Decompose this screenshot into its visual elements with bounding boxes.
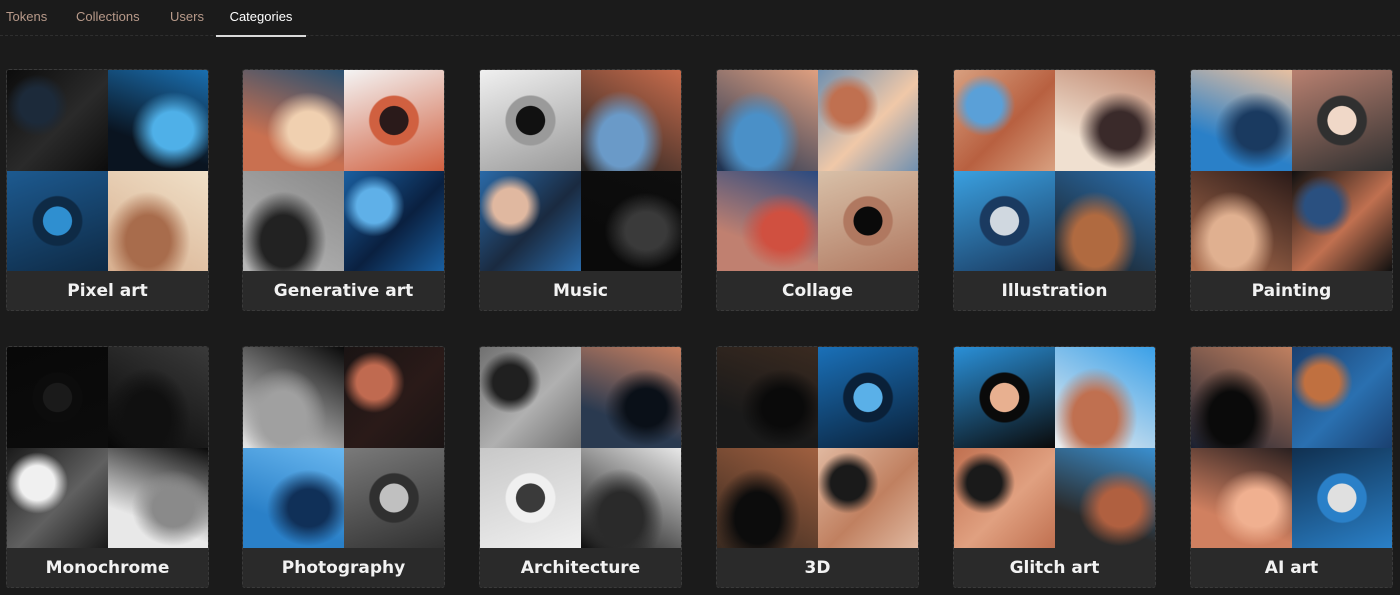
thumbnail [954, 447, 1055, 548]
active-tab-indicator [216, 35, 306, 37]
thumbnail [954, 70, 1055, 171]
category-label: Pixel art [7, 271, 208, 310]
tab-categories[interactable]: Categories [216, 0, 306, 37]
thumbnail [107, 347, 208, 448]
thumbnail-collage [717, 347, 918, 548]
category-card-pixel-art[interactable]: Pixel art [6, 69, 209, 311]
thumbnail [817, 170, 918, 271]
thumbnail [7, 447, 108, 548]
tab-label: Users [170, 9, 204, 24]
thumbnail [717, 347, 818, 448]
thumbnail [480, 347, 581, 448]
thumbnail [817, 70, 918, 171]
category-card-glitch-art[interactable]: Glitch art [953, 346, 1156, 588]
thumbnail [480, 170, 581, 271]
thumbnail [343, 70, 444, 171]
thumbnail [480, 70, 581, 171]
tab-bar: Tokens Collections Users Categories [0, 0, 1400, 37]
category-label: Generative art [243, 271, 444, 310]
category-card-music[interactable]: Music [479, 69, 682, 311]
thumbnail [580, 347, 681, 448]
thumbnail-collage [954, 70, 1155, 271]
thumbnail-collage [7, 70, 208, 271]
thumbnail [243, 170, 344, 271]
thumbnail [1054, 347, 1155, 448]
category-label: Monochrome [7, 548, 208, 587]
category-label: Painting [1191, 271, 1392, 310]
thumbnail [7, 347, 108, 448]
thumbnail [107, 170, 208, 271]
thumbnail [817, 447, 918, 548]
thumbnail [343, 347, 444, 448]
thumbnail [1291, 447, 1392, 548]
thumbnail [954, 347, 1055, 448]
category-card-generative-art[interactable]: Generative art [242, 69, 445, 311]
thumbnail [343, 170, 444, 271]
thumbnail [1191, 447, 1292, 548]
thumbnail [1191, 170, 1292, 271]
thumbnail [1191, 347, 1292, 448]
tab-tokens[interactable]: Tokens [6, 0, 47, 36]
category-label: AI art [1191, 548, 1392, 587]
thumbnail [817, 347, 918, 448]
thumbnail [343, 447, 444, 548]
thumbnail [243, 70, 344, 171]
category-card-ai-art[interactable]: AI art [1190, 346, 1393, 588]
thumbnail [1054, 70, 1155, 171]
thumbnail [243, 447, 344, 548]
category-card-3d[interactable]: 3D [716, 346, 919, 588]
category-label: 3D [717, 548, 918, 587]
thumbnail-collage [954, 347, 1155, 548]
thumbnail [480, 447, 581, 548]
thumbnail-collage [1191, 347, 1392, 548]
thumbnail [580, 70, 681, 171]
tab-collections[interactable]: Collections [76, 0, 140, 36]
thumbnail-collage [480, 347, 681, 548]
thumbnail-collage [717, 70, 918, 271]
category-card-architecture[interactable]: Architecture [479, 346, 682, 588]
category-label: Music [480, 271, 681, 310]
tab-label: Categories [229, 9, 293, 24]
thumbnail [1054, 447, 1155, 548]
thumbnail [580, 170, 681, 271]
category-label: Glitch art [954, 548, 1155, 587]
thumbnail [1291, 70, 1392, 171]
thumbnail [1291, 170, 1392, 271]
thumbnail [717, 447, 818, 548]
thumbnail [580, 447, 681, 548]
category-card-illustration[interactable]: Illustration [953, 69, 1156, 311]
tab-label: Tokens [6, 9, 48, 24]
thumbnail [717, 170, 818, 271]
category-card-photography[interactable]: Photography [242, 346, 445, 588]
thumbnail [1291, 347, 1392, 448]
thumbnail [717, 70, 818, 171]
thumbnail-collage [7, 347, 208, 548]
thumbnail [954, 170, 1055, 271]
tab-label: Collections [76, 9, 140, 24]
category-card-monochrome[interactable]: Monochrome [6, 346, 209, 588]
thumbnail-collage [243, 70, 444, 271]
thumbnail-collage [480, 70, 681, 271]
category-label: Architecture [480, 548, 681, 587]
category-card-collage[interactable]: Collage [716, 69, 919, 311]
thumbnail [7, 170, 108, 271]
thumbnail [1054, 170, 1155, 271]
category-label: Photography [243, 548, 444, 587]
thumbnail [7, 70, 108, 171]
thumbnail-collage [243, 347, 444, 548]
thumbnail-collage [1191, 70, 1392, 271]
thumbnail [243, 347, 344, 448]
category-card-painting[interactable]: Painting [1190, 69, 1393, 311]
category-label: Collage [717, 271, 918, 310]
thumbnail [1191, 70, 1292, 171]
category-label: Illustration [954, 271, 1155, 310]
thumbnail [107, 70, 208, 171]
tab-users[interactable]: Users [170, 0, 204, 36]
thumbnail [107, 447, 208, 548]
